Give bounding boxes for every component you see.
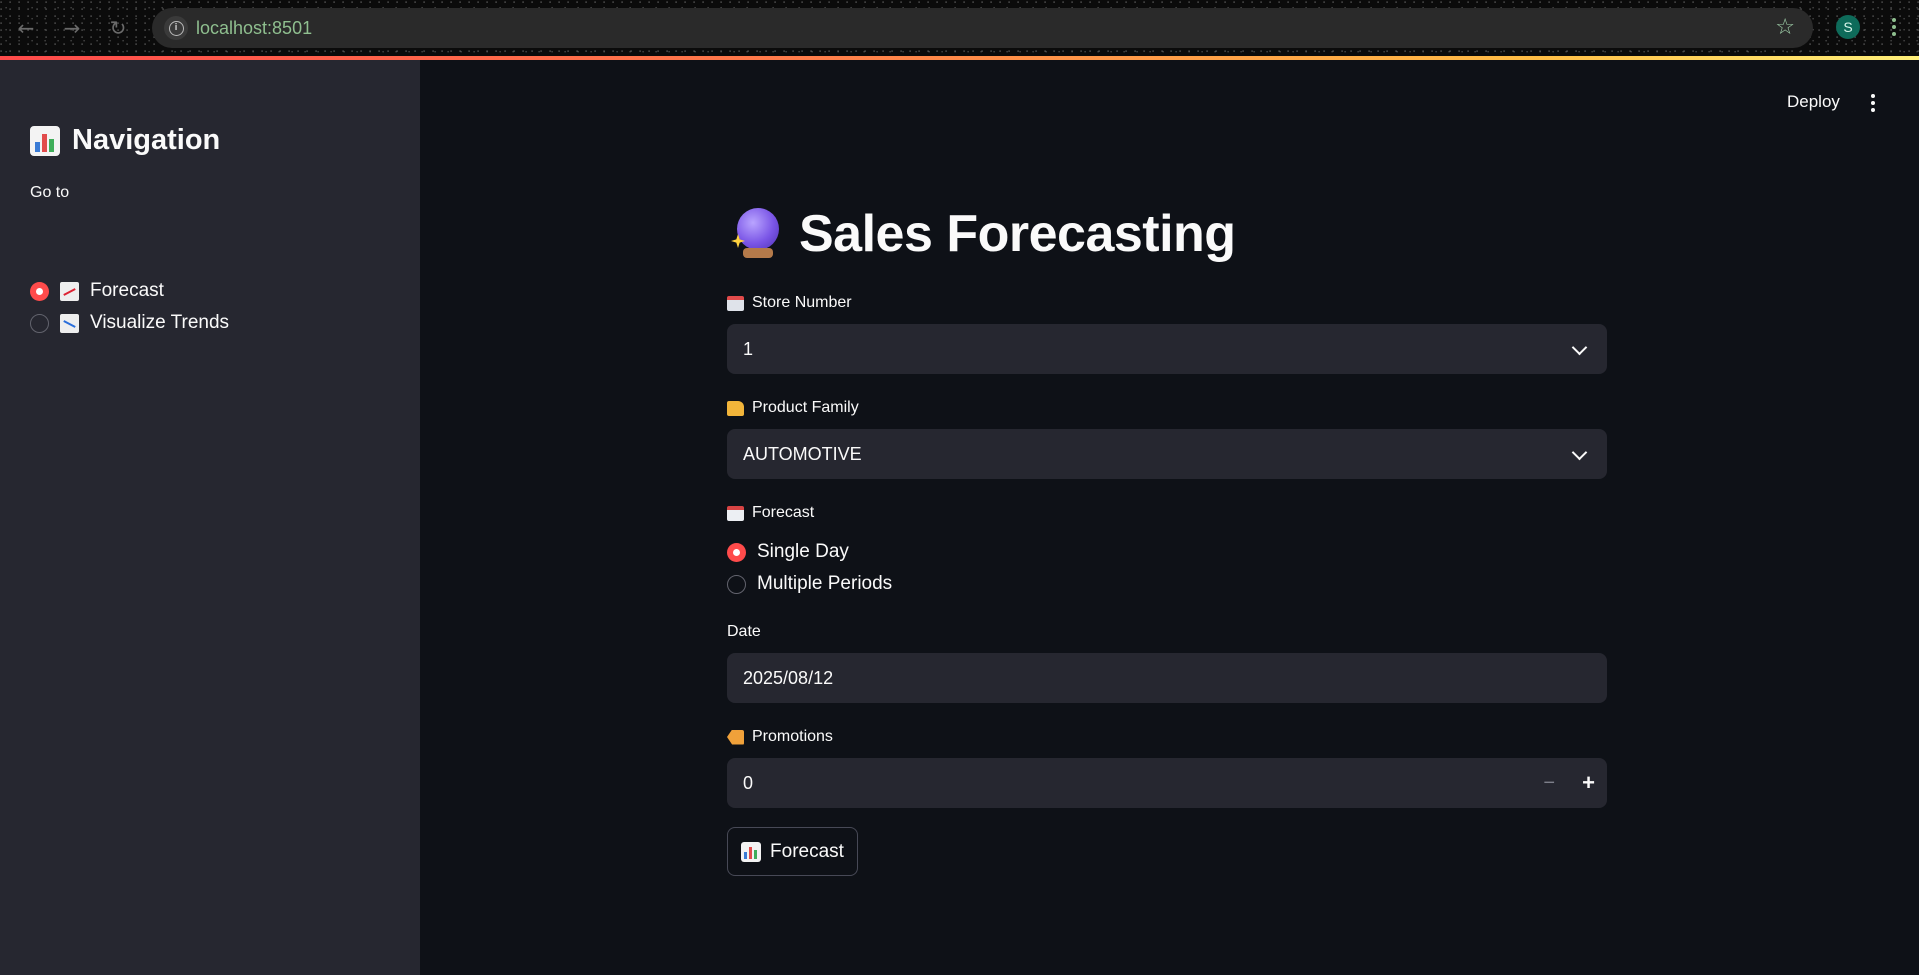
date-label-text: Date [727, 623, 761, 640]
reload-icon[interactable]: ↻ [104, 14, 132, 42]
browser-menu-icon[interactable] [1884, 12, 1904, 42]
back-icon[interactable]: ← [12, 14, 40, 42]
url-text[interactable]: localhost:8501 [196, 18, 312, 39]
chart-increasing-icon [60, 281, 79, 301]
calendar-icon [727, 505, 744, 521]
store-number-value: 1 [743, 338, 754, 359]
promotions-number-input[interactable]: 0 − + [727, 758, 1607, 808]
crystal-ball-icon [731, 208, 781, 260]
forecast-option-label: Multiple Periods [757, 573, 893, 594]
open-folder-icon [727, 400, 744, 416]
browser-toolbar: ← → ↻ i localhost:8501 ☆ S [0, 0, 1919, 56]
promotions-value: 0 [743, 772, 754, 793]
bookmark-star-icon[interactable]: ☆ [1775, 15, 1795, 40]
forecast-option-multiple-periods[interactable]: Multiple Periods [727, 573, 892, 595]
promotions-label: Promotions [727, 728, 833, 746]
chart-decreasing-icon [60, 313, 79, 333]
sidebar-title: Navigation [30, 124, 220, 157]
radio-selected-icon[interactable] [727, 542, 746, 562]
deploy-button[interactable]: Deploy [1787, 92, 1840, 112]
sidebar-title-text: Navigation [72, 124, 221, 156]
radio-selected-icon[interactable] [30, 281, 49, 301]
store-number-label: Store Number [727, 294, 852, 312]
label-tag-icon [727, 729, 744, 745]
forecast-mode-label: Forecast [727, 504, 814, 522]
decrement-button[interactable]: − [1543, 772, 1555, 795]
bar-chart-icon [30, 125, 60, 156]
product-family-value: AUTOMOTIVE [743, 443, 862, 464]
forecast-button[interactable]: Forecast [727, 827, 858, 876]
date-value: 2025/08/12 [743, 667, 834, 688]
radio-unselected-icon[interactable] [30, 313, 49, 333]
forecast-option-single-day[interactable]: Single Day [727, 541, 849, 563]
forecast-button-label: Forecast [770, 840, 844, 862]
radio-unselected-icon[interactable] [727, 574, 746, 594]
page-title: Sales Forecasting [731, 204, 1236, 264]
forecast-mode-label-text: Forecast [752, 504, 815, 521]
main-menu-icon[interactable] [1864, 92, 1882, 114]
site-info-icon[interactable]: i [164, 16, 188, 40]
goto-label: Go to [30, 184, 70, 201]
sidebar-option-forecast[interactable]: Forecast [30, 280, 164, 302]
store-icon [727, 295, 744, 311]
bar-chart-icon [741, 841, 762, 862]
chevron-down-icon [1571, 444, 1588, 461]
address-bar[interactable]: i localhost:8501 ☆ [152, 8, 1813, 48]
page-title-text: Sales Forecasting [799, 205, 1236, 263]
date-input[interactable]: 2025/08/12 [727, 653, 1607, 703]
forecast-option-label: Single Day [757, 541, 849, 562]
sidebar-option-label: Forecast [90, 280, 164, 301]
store-number-label-text: Store Number [752, 294, 852, 311]
product-family-label-text: Product Family [752, 399, 859, 416]
profile-avatar[interactable]: S [1836, 15, 1860, 39]
forward-icon[interactable]: → [58, 14, 86, 42]
sidebar-option-visualize-trends[interactable]: Visualize Trends [30, 312, 229, 334]
chevron-down-icon [1571, 339, 1588, 356]
product-family-select[interactable]: AUTOMOTIVE [727, 429, 1607, 479]
increment-button[interactable]: + [1582, 770, 1595, 796]
promotions-label-text: Promotions [752, 728, 833, 745]
product-family-label: Product Family [727, 399, 859, 417]
store-number-select[interactable]: 1 [727, 324, 1607, 374]
sidebar-option-label: Visualize Trends [90, 312, 230, 333]
date-label: Date [727, 623, 761, 641]
